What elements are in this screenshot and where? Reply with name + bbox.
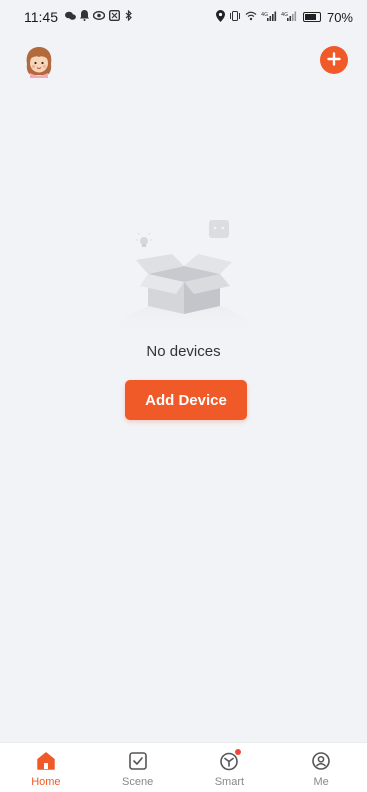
svg-text:4G: 4G	[261, 12, 268, 18]
empty-box-icon	[104, 216, 266, 334]
home-screen: 11:45 4G 4G 70% No devices Add Device Ho…	[0, 0, 367, 792]
nav-item-home[interactable]: Home	[1, 743, 91, 792]
svg-text:4G: 4G	[281, 12, 288, 18]
nav-label: Smart	[214, 776, 245, 788]
battery-icon	[302, 12, 321, 22]
nav-item-me[interactable]: Me	[276, 743, 366, 792]
nav-item-scene[interactable]: Scene	[93, 743, 183, 792]
battery-percent: 70%	[326, 9, 353, 25]
bluetooth-icon	[124, 9, 133, 24]
nav-label: Me	[313, 776, 329, 788]
cell-signal-2-icon: 4G	[281, 11, 297, 24]
home-icon	[36, 751, 56, 771]
wifi-icon	[245, 11, 257, 24]
add-button[interactable]	[320, 46, 348, 74]
avatar-girl-icon[interactable]	[22, 44, 56, 78]
nav-label: Home	[31, 776, 61, 788]
cell-signal-1-icon: 4G	[261, 11, 277, 24]
plus-icon	[327, 51, 341, 69]
vibrate-icon	[229, 10, 241, 24]
alarm-icon	[108, 9, 121, 24]
bottom-nav: Home Scene Smart Me	[0, 742, 367, 792]
profile-icon	[311, 751, 331, 771]
notification-badge	[235, 749, 242, 755]
location-pin-icon	[215, 9, 225, 25]
add-device-button[interactable]: Add Device	[125, 380, 247, 420]
status-time: 11:45	[24, 9, 58, 25]
status-left: 11:45	[24, 9, 133, 25]
chat-bubble-icon	[65, 11, 76, 24]
eye-icon	[92, 11, 106, 23]
checkbox-icon	[128, 751, 148, 771]
status-bar: 11:45 4G 4G 70%	[0, 0, 367, 34]
notification-bell-icon	[80, 10, 89, 24]
nav-label: Scene	[122, 776, 154, 788]
status-right: 4G 4G 70%	[215, 9, 353, 25]
smart-icon	[219, 749, 242, 771]
empty-message: No devices	[146, 343, 221, 360]
nav-item-smart[interactable]: Smart	[184, 743, 274, 792]
